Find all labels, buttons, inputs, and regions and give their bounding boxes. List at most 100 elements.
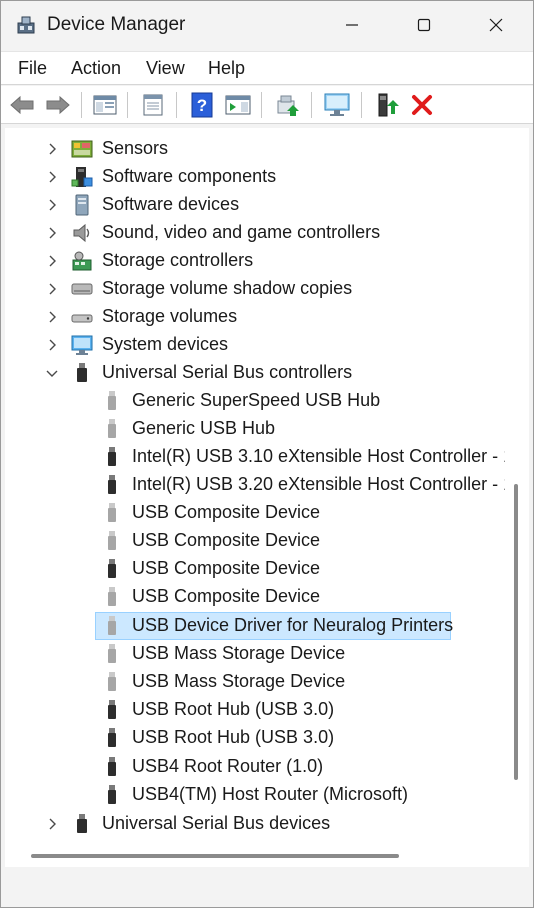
volume-icon [71,314,93,323]
close-button[interactable] [461,1,531,49]
scan-hardware-button[interactable] [322,90,352,120]
tree-device-item[interactable]: USB Mass Storage Device [5,668,505,696]
device-manager-window: Device Manager File Action View Help ? S… [0,0,534,908]
tree-device-item[interactable]: USB4(TM) Host Router (Microsoft) [5,781,505,809]
tree-device-item[interactable]: USB Composite Device [5,527,505,555]
help-button[interactable]: ? [187,90,217,120]
maximize-button[interactable] [389,1,459,49]
tree-category-usb-devices[interactable]: Universal Serial Bus devices [5,810,505,838]
menu-action[interactable]: Action [71,58,121,79]
scrollbar-corner [505,845,529,867]
tree-category-sound-video-game[interactable]: Sound, video and game controllers [5,219,505,247]
chevron-right-icon[interactable] [45,198,59,212]
tree-device-item[interactable]: USB Root Hub (USB 3.0) [5,724,505,752]
tree-device-item-selected[interactable]: USB Device Driver for Neuralog Printers [5,612,505,640]
usb-controller-icon [77,814,87,833]
update-driver-button[interactable] [273,90,303,120]
enable-device-button[interactable] [371,90,401,120]
usb-device-icon [108,616,116,635]
action-pane-button[interactable] [223,90,253,120]
tree-category-system-devices[interactable]: System devices [5,331,505,359]
tree-label: USB Device Driver for Neuralog Printers [132,615,454,635]
vertical-scrollbar[interactable] [505,128,529,845]
usb-device-icon [108,391,116,410]
chevron-right-icon[interactable] [45,170,59,184]
tree-label: USB Root Hub (USB 3.0) [132,727,335,747]
tree-device-item[interactable]: Intel(R) USB 3.10 eXtensible Host Contro… [5,443,505,471]
show-hide-console-tree-icon [93,95,117,115]
tree-category-software-components[interactable]: Software components [5,163,505,191]
chevron-down-icon[interactable] [45,366,59,380]
tree-device-item[interactable]: Generic USB Hub [5,415,505,443]
tree-label: USB Mass Storage Device [132,671,346,691]
action-pane-icon [225,95,251,115]
menu-file[interactable]: File [18,58,47,79]
tree-label: Generic USB Hub [132,418,276,438]
usb-device-icon [108,587,116,606]
menu-bar: File Action View Help [1,51,533,85]
tree-label: Universal Serial Bus controllers [102,362,353,382]
tree-device-item[interactable]: USB4 Root Router (1.0) [5,753,505,781]
chevron-right-icon[interactable] [45,338,59,352]
usb-device-icon [108,672,116,691]
enable-device-icon [378,93,399,117]
tree-device-item[interactable]: USB Composite Device [5,583,505,611]
tree-label: USB Composite Device [132,586,321,606]
help-icon: ? [191,92,213,118]
tree-device-item[interactable]: Generic SuperSpeed USB Hub [5,387,505,415]
tree-label: Software components [102,166,277,186]
forward-button[interactable] [43,90,73,120]
toolbar-separator [81,92,82,118]
maximize-icon [417,18,431,32]
usb-device-icon [108,757,116,776]
menu-help[interactable]: Help [208,58,245,79]
tree-label: Storage volumes [102,306,238,326]
tree-device-item[interactable]: Intel(R) USB 3.20 eXtensible Host Contro… [5,471,505,499]
tree-device-item[interactable]: USB Composite Device [5,499,505,527]
tree-category-software-devices[interactable]: Software devices [5,191,505,219]
tree-label: Storage controllers [102,250,254,270]
tree-category-storage-controllers[interactable]: Storage controllers [5,247,505,275]
tree-label: Intel(R) USB 3.10 eXtensible Host Contro… [132,446,505,466]
tree-label: USB Root Hub (USB 3.0) [132,699,335,719]
chevron-right-icon[interactable] [45,817,59,831]
tree-category-sensors[interactable]: Sensors [5,135,505,163]
tree-category-storage-volumes[interactable]: Storage volumes [5,303,505,331]
chevron-right-icon[interactable] [45,310,59,324]
tree-device-item[interactable]: USB Root Hub (USB 3.0) [5,696,505,724]
usb-device-icon [108,785,116,804]
chevron-right-icon[interactable] [45,254,59,268]
usb-controller-icon [77,363,87,382]
toolbar: ? [1,86,533,124]
show-hide-console-tree-button[interactable] [90,90,120,120]
back-button[interactable] [7,90,37,120]
menu-view[interactable]: View [146,58,185,79]
horizontal-scrollbar[interactable] [5,845,505,867]
tree-device-item[interactable]: USB Composite Device [5,555,505,583]
tree-label: Generic SuperSpeed USB Hub [132,390,381,410]
chevron-right-icon[interactable] [45,142,59,156]
chevron-right-icon[interactable] [45,282,59,296]
toolbar-separator [261,92,262,118]
uninstall-device-button[interactable] [407,90,437,120]
device-tree[interactable]: Sensors Software components Software dev… [5,128,505,845]
horizontal-scrollbar-thumb[interactable] [31,854,399,858]
tree-label: USB Mass Storage Device [132,643,346,663]
close-icon [489,18,503,32]
properties-button[interactable] [138,90,168,120]
tree-category-usb-controllers[interactable]: Universal Serial Bus controllers [5,359,505,387]
minimize-button[interactable] [317,1,387,49]
usb-device-icon [108,559,116,578]
tree-label: Storage volume shadow copies [102,278,353,298]
chevron-right-icon[interactable] [45,226,59,240]
toolbar-separator [127,92,128,118]
tree-device-item[interactable]: USB Mass Storage Device [5,640,505,668]
tree-label: System devices [102,334,229,354]
vertical-scrollbar-thumb[interactable] [514,484,518,780]
tree-label: Intel(R) USB 3.20 eXtensible Host Contro… [132,474,505,494]
usb-device-icon [108,503,116,522]
toolbar-separator [311,92,312,118]
toolbar-separator [176,92,177,118]
tree-label: Universal Serial Bus devices [102,813,331,833]
tree-category-storage-volume-shadow-copies[interactable]: Storage volume shadow copies [5,275,505,303]
